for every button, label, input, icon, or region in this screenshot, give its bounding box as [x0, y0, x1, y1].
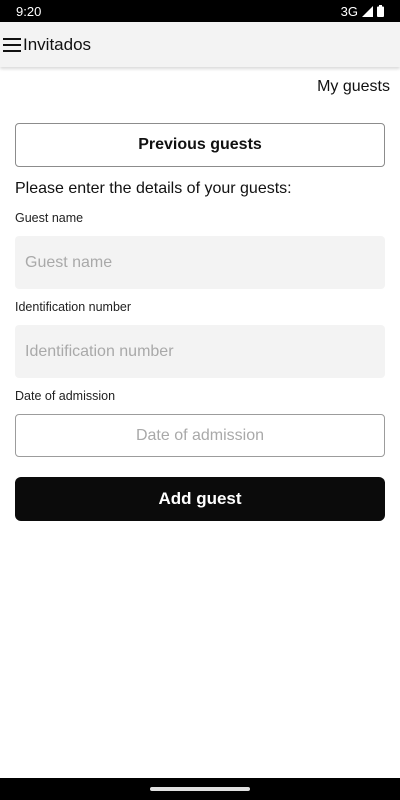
date-of-admission-field[interactable]: Date of admission	[15, 414, 385, 457]
signal-icon	[362, 5, 373, 17]
identification-number-input[interactable]	[15, 325, 385, 378]
my-guests-link[interactable]: My guests	[317, 78, 390, 96]
form-instructions: Please enter the details of your guests:	[15, 180, 292, 197]
add-guest-button[interactable]: Add guest	[15, 477, 385, 521]
guest-name-label: Guest name	[15, 211, 84, 225]
guest-name-input[interactable]	[15, 236, 385, 289]
date-of-admission-placeholder: Date of admission	[135, 426, 265, 444]
status-indicators: 3G	[341, 4, 384, 19]
identification-number-label: Identification number	[15, 300, 132, 314]
network-type: 3G	[340, 3, 358, 19]
app-title: Invitados	[23, 34, 92, 54]
status-time: 9:20	[16, 3, 42, 19]
previous-guests-button[interactable]: Previous guests	[15, 123, 385, 167]
system-nav-bar	[0, 778, 400, 800]
date-of-admission-label: Date of admission	[15, 389, 116, 403]
battery-icon	[377, 5, 384, 17]
app-bar: Invitados	[0, 22, 400, 67]
hamburger-menu-icon[interactable]	[2, 35, 22, 55]
home-gesture-handle[interactable]	[150, 787, 250, 791]
status-bar: 9:20 3G	[0, 0, 400, 22]
